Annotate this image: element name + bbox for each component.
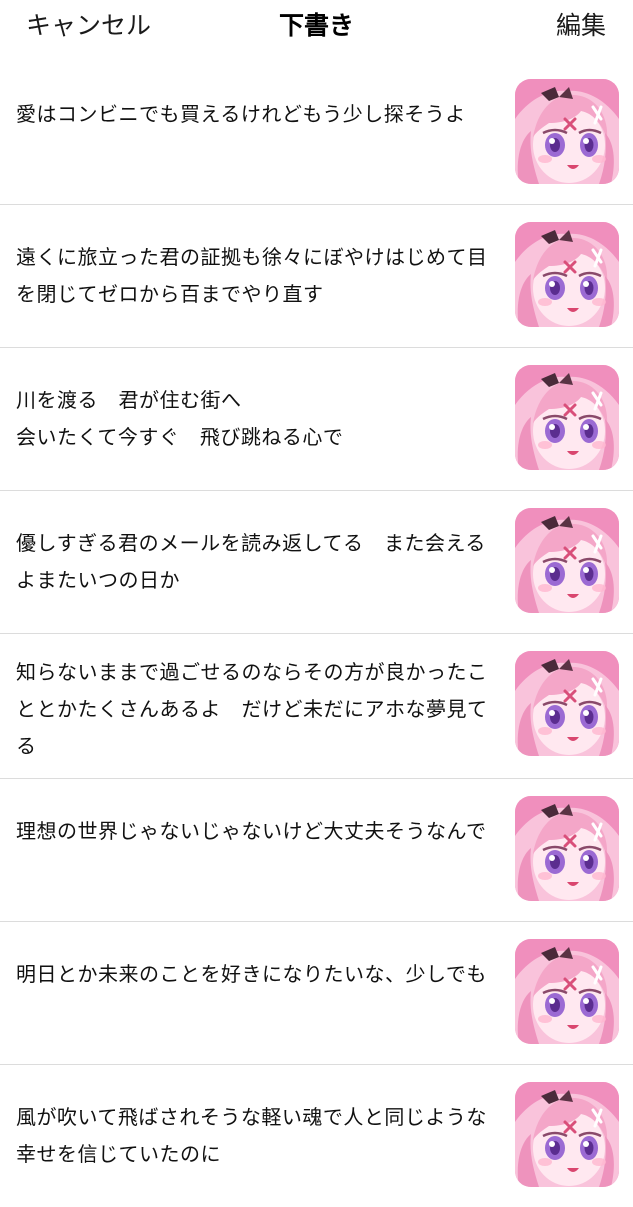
draft-text: 明日とか未来のことを好きになりたいな、少しでも <box>16 962 487 986</box>
draft-text: 川を渡る 君が住む街へ 会いたくて今すぐ 飛び跳ねる心で <box>16 388 344 449</box>
cancel-button[interactable]: キャンセル <box>26 8 151 44</box>
draft-text: 風が吹いて飛ばされそうな軽い魂で人と同じような幸せを信じていたのに <box>16 1105 487 1166</box>
draft-text: 優しすぎる君のメールを読み返してる また会えるよまたいつの日か <box>16 531 486 592</box>
draft-text: 愛はコンビニでも買えるけれどもう少し探そうよ <box>16 102 466 126</box>
draft-row[interactable]: 風が吹いて飛ばされそうな軽い魂で人と同じような幸せを信じていたのに <box>0 1065 633 1207</box>
draft-row[interactable]: 川を渡る 君が住む街へ 会いたくて今すぐ 飛び跳ねる心で <box>0 348 633 491</box>
avatar-thumbnail <box>515 79 619 184</box>
draft-text: 遠くに旅立った君の証拠も徐々にぼやけはじめて目を閉じてゼロから百までやり直す <box>16 245 488 306</box>
avatar-thumbnail <box>515 1082 619 1187</box>
avatar-thumbnail <box>515 651 619 756</box>
draft-row[interactable]: 知らないままで過ごせるのならその方が良かったこととかたくさんあるよ だけど未だに… <box>0 634 633 779</box>
edit-button[interactable]: 編集 <box>556 8 606 44</box>
draft-row[interactable]: 優しすぎる君のメールを読み返してる また会えるよまたいつの日か <box>0 491 633 634</box>
avatar-thumbnail <box>515 222 619 327</box>
draft-row[interactable]: 明日とか未来のことを好きになりたいな、少しでも <box>0 922 633 1065</box>
avatar-thumbnail <box>515 939 619 1044</box>
avatar-thumbnail <box>515 796 619 901</box>
draft-text: 理想の世界じゃないじゃないけど大丈夫そうなんで <box>16 819 487 843</box>
navigation-bar: キャンセル 下書き 編集 <box>0 0 633 52</box>
draft-row[interactable]: 理想の世界じゃないじゃないけど大丈夫そうなんで <box>0 779 633 922</box>
draft-text: 知らないままで過ごせるのならその方が良かったこととかたくさんあるよ だけど未だに… <box>16 660 488 758</box>
draft-row[interactable]: 遠くに旅立った君の証拠も徐々にぼやけはじめて目を閉じてゼロから百までやり直す <box>0 205 633 348</box>
draft-list: 愛はコンビニでも買えるけれどもう少し探そうよ 遠くに旅立った君の証拠も徐々にぼや… <box>0 62 633 1207</box>
avatar-thumbnail <box>515 365 619 470</box>
draft-row[interactable]: 愛はコンビニでも買えるけれどもう少し探そうよ <box>0 62 633 205</box>
avatar-thumbnail <box>515 508 619 613</box>
